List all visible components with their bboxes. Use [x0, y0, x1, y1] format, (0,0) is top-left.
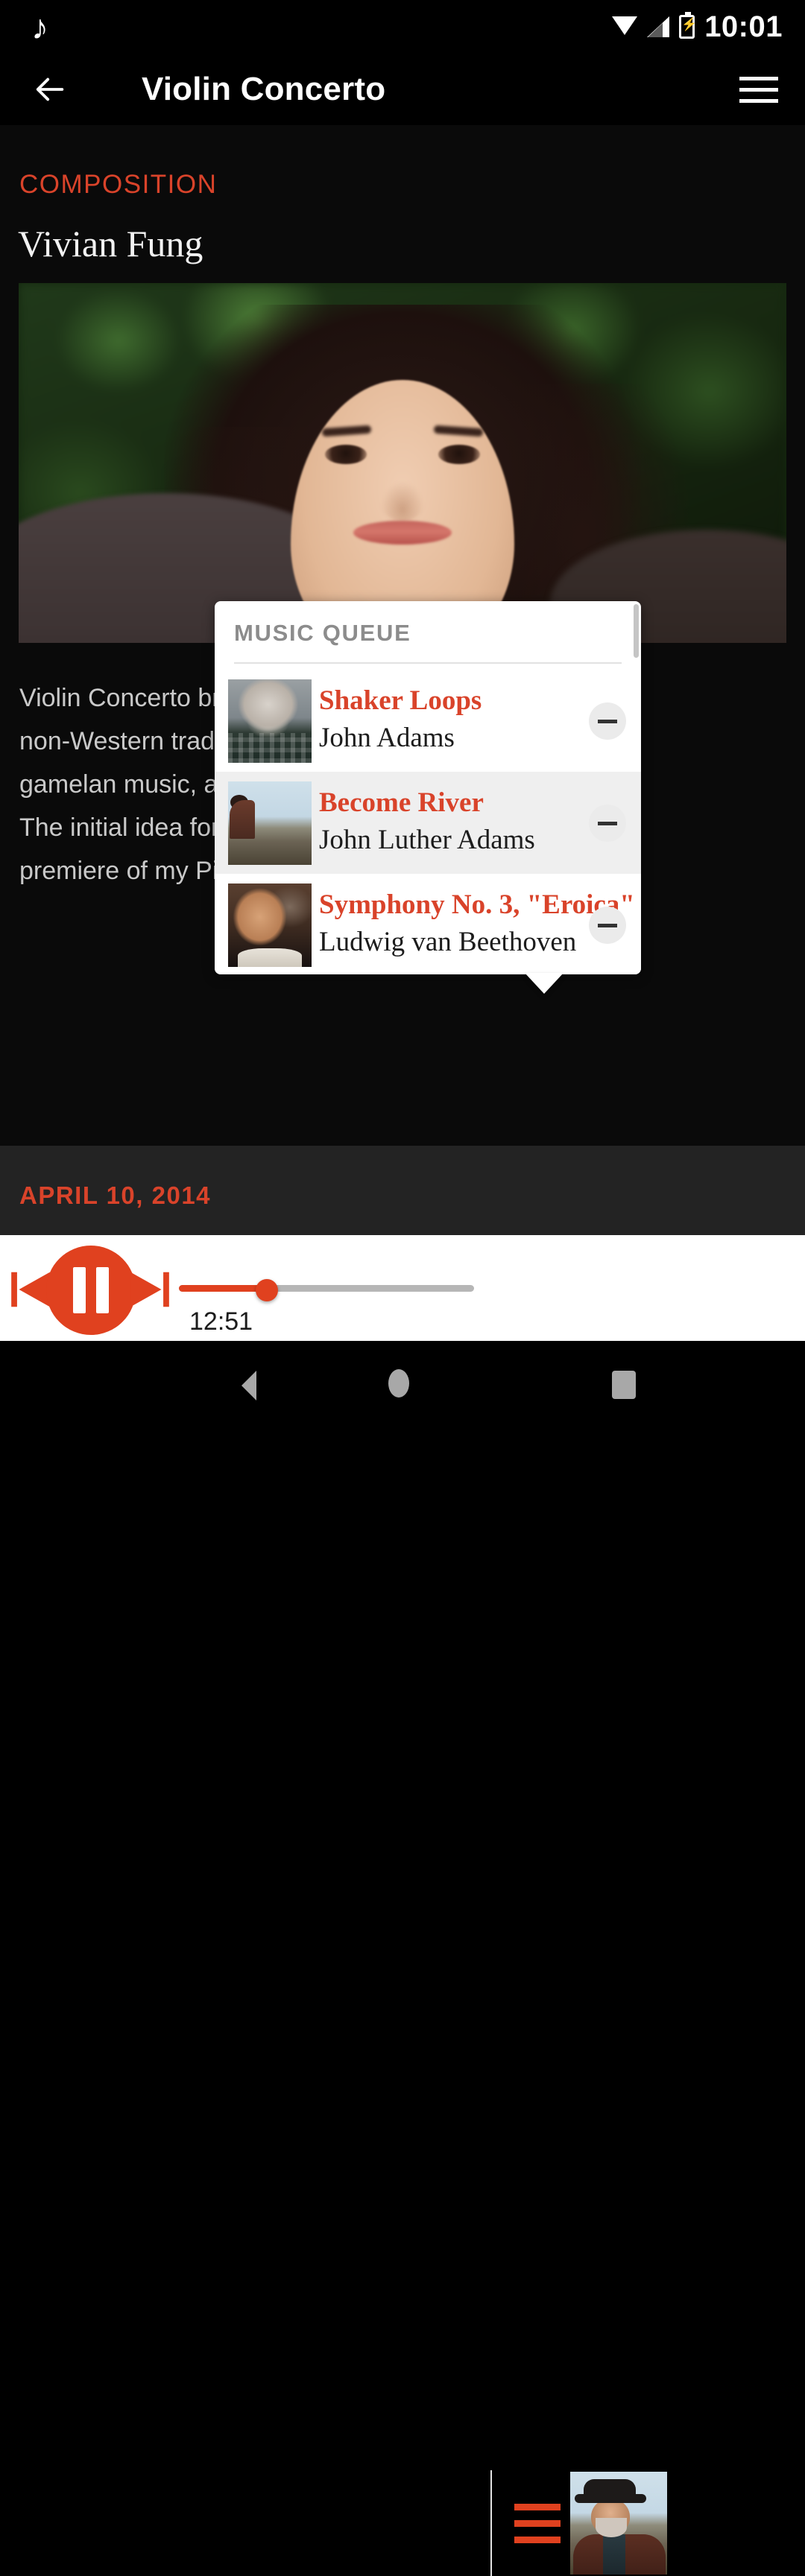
- queue-bar-3: [514, 2536, 561, 2543]
- pause-bar-1: [73, 1267, 86, 1313]
- queue-item-artist: John Luther Adams: [319, 825, 535, 855]
- menu-bar-2: [739, 87, 778, 92]
- music-queue-title: MUSIC QUEUE: [234, 620, 411, 646]
- art-hat: [584, 2479, 636, 2499]
- queue-item-title[interactable]: Shaker Loops: [319, 683, 565, 719]
- menu-bar-1: [739, 76, 778, 80]
- skip-next-glyph: [130, 1272, 169, 1307]
- thumbnail-art: [228, 781, 312, 865]
- popup-pointer-arrow: [525, 973, 564, 994]
- hero-lips: [353, 520, 452, 545]
- player-bar: [0, 1235, 805, 2576]
- hero-nose: [381, 480, 424, 521]
- android-nav-bar: [0, 1341, 805, 1430]
- hero-portrait-image: [19, 283, 786, 643]
- queue-bar-1: [514, 2503, 561, 2510]
- hamburger-menu-icon[interactable]: [730, 64, 787, 115]
- music-queue-list: Shaker Loops John Adams Become River Joh…: [215, 670, 641, 974]
- progress-fill: [179, 1285, 266, 1292]
- back-arrow-glyph: [36, 77, 64, 101]
- composer-name: Vivian Fung: [18, 223, 203, 264]
- queue-item-title[interactable]: Symphony No. 3, "Eroica": [319, 887, 635, 923]
- music-queue-popup: MUSIC QUEUE Shaker Loops John Adams Beco…: [215, 601, 641, 974]
- queue-item[interactable]: Symphony No. 3, "Eroica" Ludwig van Beet…: [215, 874, 641, 974]
- article-date: APRIL 10, 2014: [19, 1181, 212, 1209]
- section-kicker: COMPOSITION: [19, 170, 218, 199]
- nav-recents-icon[interactable]: [612, 1371, 636, 1399]
- queue-item-thumbnail: [228, 679, 312, 763]
- status-icons: 10:01: [612, 0, 783, 54]
- queue-item-remove-button[interactable]: [589, 805, 626, 842]
- queue-item-remove-button[interactable]: [589, 702, 626, 740]
- queue-item-title[interactable]: Become River: [319, 785, 565, 821]
- minus-icon: [598, 923, 617, 927]
- nav-back-icon[interactable]: [242, 1371, 256, 1400]
- skip-next-icon[interactable]: [125, 1266, 174, 1313]
- progress-slider[interactable]: [179, 1279, 477, 1301]
- queue-item-text: Shaker Loops John Adams: [319, 683, 565, 758]
- queue-scrollbar[interactable]: [634, 604, 639, 658]
- status-bar: ♪ 10:01: [0, 0, 805, 54]
- queue-divider: [234, 662, 622, 664]
- art-beard: [596, 2518, 627, 2537]
- app-bar: Violin Concerto: [0, 54, 805, 125]
- queue-item-remove-button[interactable]: [589, 907, 626, 944]
- queue-list-icon[interactable]: [514, 2500, 561, 2546]
- queue-item-artist: John Adams: [319, 723, 455, 753]
- menu-bar-3: [739, 98, 778, 103]
- back-arrow-icon[interactable]: [21, 60, 80, 119]
- battery-charging-icon: [679, 12, 695, 39]
- status-clock: 10:01: [704, 10, 783, 43]
- wifi-icon: [612, 16, 638, 37]
- page-title: Violin Concerto: [142, 71, 386, 107]
- cell-signal-icon: [647, 16, 670, 37]
- music-note-icon: ♪: [31, 7, 48, 46]
- queue-item-thumbnail: [228, 781, 312, 865]
- elapsed-time: 12:51: [189, 1307, 253, 1336]
- queue-item[interactable]: Shaker Loops John Adams: [215, 670, 641, 772]
- nav-home-icon[interactable]: [388, 1369, 409, 1398]
- minus-icon: [598, 821, 617, 825]
- pause-bar-2: [96, 1267, 109, 1313]
- thumbnail-art: [228, 883, 312, 967]
- queue-item-text: Symphony No. 3, "Eroica" Ludwig van Beet…: [319, 887, 635, 962]
- article-date-section: APRIL 10, 2014: [0, 1146, 805, 1235]
- now-playing-album-art[interactable]: [570, 2472, 667, 2575]
- player-divider: [490, 2470, 492, 2576]
- pause-icon[interactable]: [46, 1246, 136, 1335]
- queue-item-text: Become River John Luther Adams: [319, 785, 565, 860]
- queue-item-artist: Ludwig van Beethoven: [319, 927, 577, 957]
- progress-thumb[interactable]: [256, 1279, 278, 1301]
- queue-item[interactable]: Become River John Luther Adams: [215, 772, 641, 874]
- queue-item-thumbnail: [228, 883, 312, 967]
- queue-bar-2: [514, 2519, 561, 2527]
- minus-icon: [598, 719, 617, 723]
- thumbnail-art: [228, 679, 312, 763]
- art-shirt: [603, 2534, 625, 2575]
